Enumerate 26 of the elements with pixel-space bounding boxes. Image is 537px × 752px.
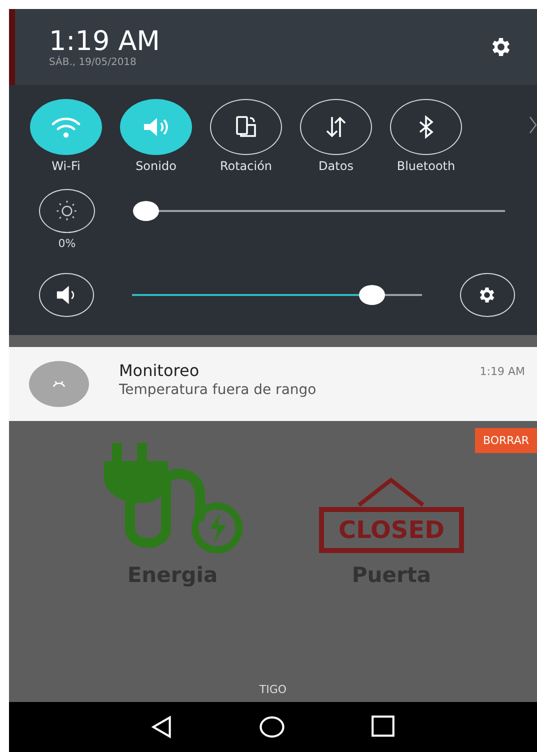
- clear-button[interactable]: BORRAR: [474, 428, 537, 453]
- brightness-slider[interactable]: [133, 201, 505, 221]
- notification-card[interactable]: Monitoreo Temperatura fuera de rango 1:19 AM: [9, 347, 537, 421]
- chevron-right-icon[interactable]: [529, 115, 537, 135]
- data-toggle[interactable]: [300, 99, 372, 155]
- volume-slider[interactable]: [132, 285, 422, 305]
- carrier-name: TIGO: [259, 683, 287, 696]
- notification-title: Monitoreo: [119, 361, 200, 380]
- bluetooth-toggle[interactable]: [390, 99, 462, 155]
- toggle-label: Sonido: [136, 159, 176, 173]
- notification-time: 1:19 AM: [480, 365, 525, 378]
- toggle-label: Wi-Fi: [52, 159, 80, 173]
- toggle-label: Bluetooth: [396, 159, 456, 173]
- sound-settings-button[interactable]: [460, 273, 515, 317]
- date-text: SÁB., 19/05/2018: [49, 56, 138, 68]
- wifi-icon: [50, 115, 82, 139]
- rotation-toggle[interactable]: [210, 99, 282, 155]
- brightness-button[interactable]: [39, 189, 95, 233]
- volume-button[interactable]: [39, 273, 94, 317]
- brightness-reading: 0%: [58, 237, 76, 250]
- toggle-label: Datos: [318, 159, 354, 173]
- notification-text: Temperatura fuera de rango: [119, 382, 318, 398]
- slider-thumb[interactable]: [358, 285, 385, 305]
- clock-time: 1:19 AM: [49, 26, 160, 56]
- slider-thumb[interactable]: [133, 201, 159, 221]
- toggle-label: Rotación: [220, 159, 272, 173]
